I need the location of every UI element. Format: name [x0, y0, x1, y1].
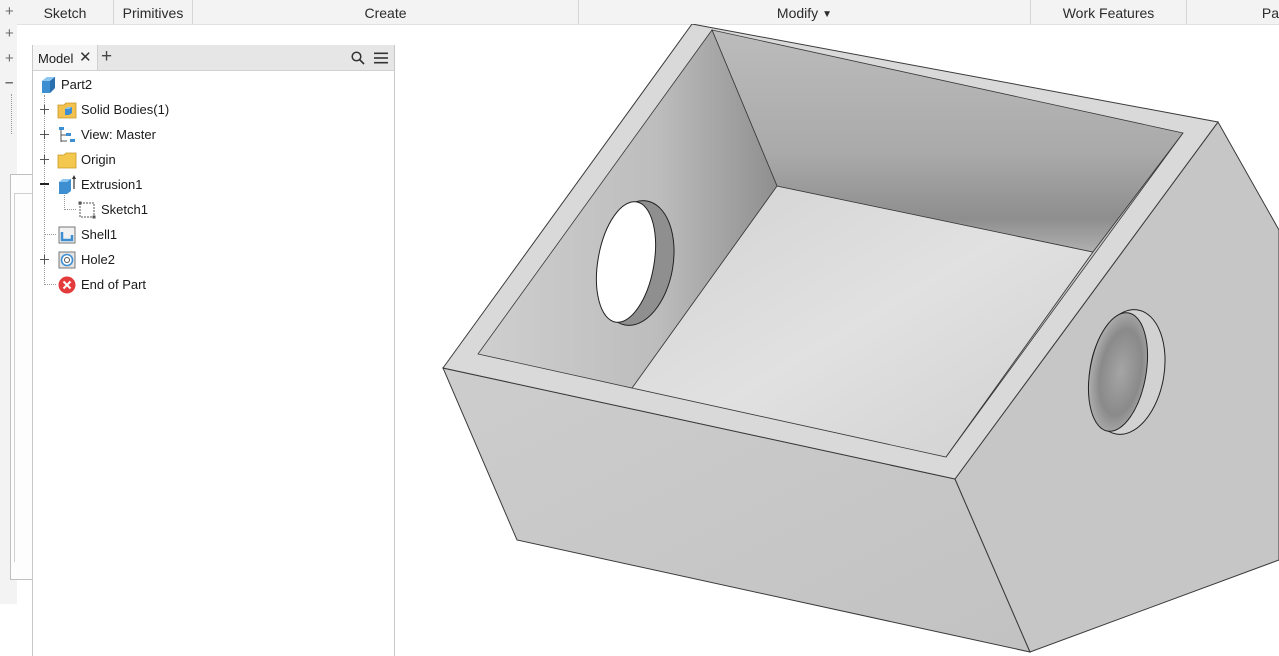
ribbon-panel-work-features[interactable]: Work Features [1031, 0, 1187, 24]
shell-icon [58, 226, 76, 244]
search-icon[interactable] [351, 51, 365, 65]
ribbon-panel-sketch[interactable]: Sketch [17, 0, 114, 24]
expand-plus-icon[interactable] [40, 130, 49, 139]
expand-plus-icon[interactable]: + [5, 51, 14, 66]
graphics-viewport[interactable] [394, 24, 1279, 656]
tree-guide-line [11, 94, 12, 134]
collapse-minus-icon[interactable]: – [5, 75, 13, 90]
tree-item-label: Sketch1 [101, 202, 148, 217]
tree-item-label: Hole2 [81, 252, 115, 267]
tree-item-label: Part2 [61, 77, 93, 92]
tree-item-solid-bodies[interactable]: Solid Bodies(1) [33, 97, 393, 122]
expand-plus-icon[interactable] [40, 255, 49, 264]
extrusion-icon [59, 175, 76, 194]
hole-icon [58, 251, 76, 269]
tree-item-label: End of Part [81, 277, 147, 292]
tree-item-label: Origin [81, 152, 116, 167]
view-rep-icon [59, 127, 75, 142]
expand-plus-icon[interactable]: + [5, 26, 14, 41]
tree-item-label: Shell1 [81, 227, 118, 242]
expand-plus-icon[interactable] [40, 155, 49, 164]
tree-item-shell1[interactable]: Shell1 [33, 222, 393, 247]
chevron-down-icon[interactable]: ▼ [822, 9, 832, 20]
collapse-minus-icon[interactable] [40, 180, 49, 189]
browser-header: Model ✕ + [33, 45, 394, 71]
model-browser: Model ✕ + Part2 Solid Bodies(1) View: Ma… [32, 45, 395, 656]
tree-item-label: View: Master [81, 127, 156, 142]
tree-item-origin[interactable]: Origin [33, 147, 393, 172]
tree-item-label: Solid Bodies(1) [81, 102, 170, 117]
shelled-box-model[interactable] [394, 24, 1279, 656]
tree-item-sketch1[interactable]: Sketch1 [33, 197, 393, 222]
background-dialog-edge [10, 174, 34, 580]
sketch-icon [78, 201, 96, 219]
expand-plus-icon[interactable] [40, 105, 49, 114]
ribbon-panel-modify[interactable]: Modify ▼ [579, 0, 1031, 24]
folder-icon [57, 152, 77, 169]
ribbon-panel-pattern[interactable]: Pa [1187, 0, 1279, 24]
solid-bodies-folder-icon [57, 102, 77, 119]
tree-item-extrusion1[interactable]: Extrusion1 [33, 172, 393, 197]
tree-item-label: Extrusion1 [81, 177, 143, 192]
background-dialog-inner [14, 193, 34, 562]
ribbon-panel-primitives[interactable]: Primitives [114, 0, 193, 24]
tree-item-end-of-part[interactable]: End of Part [33, 272, 393, 297]
ribbon-panel-bar: Sketch Primitives Create Modify ▼ Work Fe… [0, 0, 1279, 25]
close-icon[interactable]: ✕ [79, 48, 92, 66]
tree-item-hole2[interactable]: Hole2 [33, 247, 393, 272]
expand-plus-icon[interactable]: + [5, 4, 14, 19]
browser-tab-model[interactable]: Model ✕ [33, 45, 98, 70]
ribbon-panel-modify-label: Modify [776, 5, 819, 21]
add-browser-tab-icon[interactable]: + [101, 46, 112, 68]
end-of-part-icon [58, 276, 76, 294]
ribbon-panel-create[interactable]: Create [193, 0, 579, 24]
hamburger-menu-icon[interactable] [373, 51, 389, 65]
tree-item-part2[interactable]: Part2 [33, 72, 393, 97]
tree-item-view-master[interactable]: View: Master [33, 122, 393, 147]
browser-tab-label: Model [38, 51, 74, 66]
part-icon [42, 77, 55, 93]
